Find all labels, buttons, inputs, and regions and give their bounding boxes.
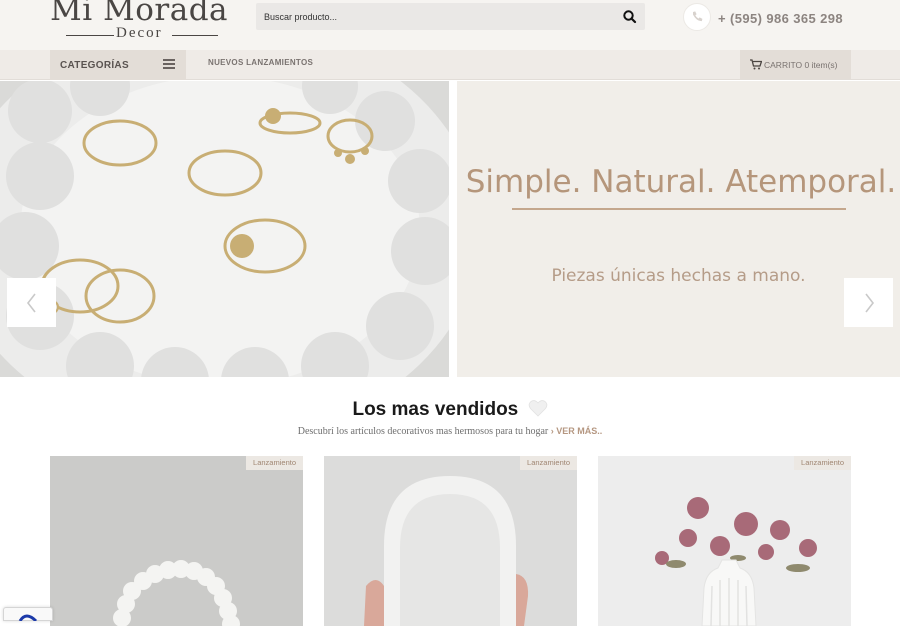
product-card[interactable]: Lanzamiento — [50, 456, 303, 626]
cart-label: CARRITO 0 item(s) — [764, 60, 838, 70]
see-more-link[interactable]: › VER MÁS.. — [551, 426, 603, 436]
hero-divider — [512, 208, 846, 210]
search-icon — [623, 10, 637, 24]
list-icon — [163, 59, 175, 69]
recaptcha-badge[interactable] — [3, 607, 53, 623]
best-sellers-title-text: Los mas vendidos — [352, 399, 519, 420]
logo-sub-text: Decor — [116, 25, 163, 41]
top-header: Mi Morada Decor + (595) 986 365 298 — [0, 0, 900, 50]
hero-slider: Simple. Natural. Atemporal. Piezas única… — [0, 81, 900, 377]
hero-subtitle: Piezas únicas hechas a mano. — [551, 266, 806, 286]
product-badge: Lanzamiento — [246, 456, 303, 470]
main-nav: CATEGORÍAS NUEVOS LANZAMIENTOS CARRITO 0… — [0, 50, 900, 80]
best-sellers-subtitle-text: Descubrí los artículos decorativos mas h… — [297, 426, 549, 437]
chevron-left-icon — [26, 293, 36, 313]
product-card[interactable]: Lanzamiento — [598, 456, 851, 626]
product-image-arch-tray — [324, 456, 577, 626]
categories-button[interactable]: CATEGORÍAS — [50, 50, 186, 80]
cart-button[interactable]: CARRITO 0 item(s) — [740, 50, 851, 79]
slider-prev-button[interactable] — [7, 278, 56, 327]
logo-rule-left — [66, 35, 114, 36]
search-input[interactable] — [256, 3, 611, 30]
logo[interactable]: Mi Morada Decor — [50, 0, 235, 44]
product-card[interactable]: Lanzamiento — [324, 456, 577, 626]
phone-number[interactable]: + (595) 986 365 298 — [718, 11, 843, 26]
cart-icon — [750, 59, 762, 70]
best-sellers-title: Los mas vendidos — [0, 399, 900, 421]
slider-next-button[interactable] — [844, 278, 893, 327]
hero-slide-text: Simple. Natural. Atemporal. Piezas única… — [457, 81, 900, 377]
nav-new-releases[interactable]: NUEVOS LANZAMIENTOS — [208, 58, 313, 67]
product-badge: Lanzamiento — [520, 456, 577, 470]
categories-label: CATEGORÍAS — [60, 60, 129, 71]
product-image-tray — [50, 456, 303, 626]
chevron-right-icon — [865, 293, 875, 313]
search-button[interactable] — [621, 8, 639, 26]
phone-icon — [683, 3, 711, 31]
search-bar — [256, 3, 645, 30]
hero-image-rings — [0, 81, 449, 377]
hero-tagline: Simple. Natural. Atemporal. — [465, 164, 897, 200]
heart-icon — [528, 400, 547, 417]
best-sellers-subtitle: Descubrí los artículos decorativos mas h… — [0, 426, 900, 437]
logo-main-text: Mi Morada — [50, 0, 229, 28]
product-badge: Lanzamiento — [794, 456, 851, 470]
logo-rule-right — [172, 35, 218, 36]
product-image-vase-flowers — [598, 456, 851, 626]
